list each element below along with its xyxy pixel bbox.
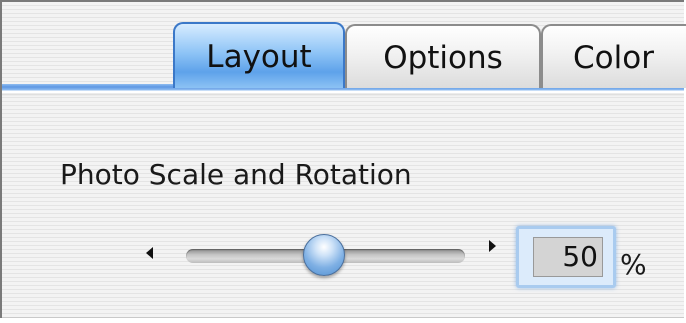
scale-value-field[interactable]: 50 [516, 226, 616, 288]
tab-layout[interactable]: Layout [173, 22, 345, 88]
scale-value-input[interactable]: 50 [533, 237, 603, 277]
tab-layout-label: Layout [206, 39, 312, 75]
page-bottom-margin [0, 318, 686, 323]
tab-options-label: Options [383, 40, 503, 76]
tab-color-label: Color [573, 40, 654, 76]
section-title: Photo Scale and Rotation [60, 158, 412, 191]
tab-options[interactable]: Options [345, 24, 541, 88]
scale-slider-thumb[interactable] [303, 234, 345, 276]
arrow-left-icon[interactable] [146, 247, 153, 259]
scale-unit-label: % [620, 248, 647, 281]
tab-color[interactable]: Color [541, 24, 686, 88]
arrow-right-icon[interactable] [489, 240, 496, 252]
